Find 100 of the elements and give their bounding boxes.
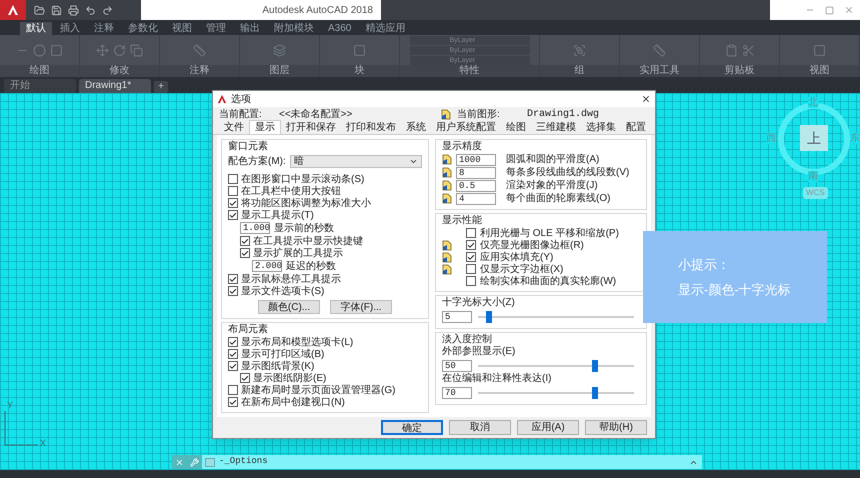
maximize-icon[interactable] <box>825 6 834 14</box>
tip-title: 小提示： <box>678 256 731 274</box>
panel-label[interactable]: 实用工具 <box>620 65 699 77</box>
checkbox[interactable] <box>240 373 250 383</box>
open-icon[interactable] <box>34 4 45 16</box>
checkbox[interactable] <box>466 240 476 250</box>
command-text: -_Options <box>219 455 269 468</box>
checkbox[interactable] <box>466 252 476 262</box>
dialog-button[interactable]: 字体(F)... <box>330 300 392 314</box>
checkbox[interactable] <box>228 186 238 196</box>
panel-label[interactable]: 剪贴板 <box>700 65 779 77</box>
option-label: 仅亮显光栅图像边框(R) <box>480 238 584 252</box>
undo-icon[interactable] <box>85 4 96 16</box>
option-label: 显示布局和模型选项卡(L) <box>241 336 354 348</box>
ribbon-tab[interactable]: 插入 <box>54 22 86 35</box>
dialog-tab[interactable]: 选择集 <box>581 121 621 134</box>
redo-icon[interactable] <box>102 4 113 16</box>
checkbox[interactable] <box>228 198 238 208</box>
tip-text: 显示-颜色-十字光标 <box>678 281 792 299</box>
checkbox[interactable] <box>466 276 476 286</box>
group-title: 十字光标大小(Z) <box>442 297 516 309</box>
dialog-tab[interactable]: 绘图 <box>501 121 531 134</box>
number-field[interactable]: 4 <box>456 192 496 204</box>
checkbox[interactable] <box>228 397 238 407</box>
ribbon-tab[interactable]: 视图 <box>166 22 198 35</box>
viewcube-face[interactable]: 上 <box>800 125 828 151</box>
checkbox[interactable] <box>228 174 238 184</box>
panel-label[interactable]: 图层 <box>240 65 319 77</box>
group-title: 显示性能 <box>442 215 483 227</box>
ribbon-tab[interactable]: 管理 <box>200 22 232 35</box>
drawing-file-icon <box>442 154 452 165</box>
dialog-tab[interactable]: 用户系统配置 <box>431 121 501 134</box>
panel-label[interactable]: 块 <box>320 65 399 77</box>
window-title: Autodesk AutoCAD 2018 <box>262 4 373 18</box>
slider-thumb[interactable] <box>486 310 492 322</box>
ribbon-tab[interactable]: A360 <box>322 22 358 35</box>
number-field[interactable]: 2.000 <box>252 260 282 272</box>
dialog-tab[interactable]: 系统 <box>401 121 431 134</box>
checkbox[interactable] <box>240 248 250 258</box>
slider-label: 在位编辑和注释性表达(I) <box>442 373 552 385</box>
checkbox[interactable] <box>228 274 238 284</box>
close-icon[interactable] <box>641 94 651 104</box>
number-field[interactable]: 8 <box>456 166 496 178</box>
panel-label[interactable]: 视图 <box>780 65 859 77</box>
checkbox[interactable] <box>466 228 476 238</box>
document-tab[interactable]: Drawing1* <box>79 79 151 93</box>
checkbox[interactable] <box>240 236 250 246</box>
new-tab-button[interactable]: + <box>154 81 168 93</box>
slider-thumb[interactable] <box>592 360 598 372</box>
checkbox[interactable] <box>228 385 238 395</box>
number-field[interactable]: 5 <box>442 310 472 322</box>
dialog-tab[interactable]: 配置 <box>621 121 651 134</box>
ribbon-tab[interactable]: 参数化 <box>122 22 164 35</box>
panel-label[interactable]: 组 <box>540 65 619 77</box>
checkbox[interactable] <box>466 264 476 274</box>
checkbox[interactable] <box>228 361 238 371</box>
number-field[interactable]: 0.5 <box>456 180 496 192</box>
checkbox[interactable] <box>228 210 238 220</box>
drawing-file-icon <box>442 252 452 262</box>
checkbox[interactable] <box>228 286 238 296</box>
checkbox[interactable] <box>228 337 238 347</box>
option-label: 在工具栏中使用大按钮 <box>241 184 341 198</box>
save-icon[interactable] <box>51 4 62 16</box>
number-field[interactable]: 1.000 <box>240 222 270 234</box>
checkbox[interactable] <box>228 349 238 359</box>
panel-label[interactable]: 修改 <box>80 65 159 77</box>
dialog-tab[interactable]: 打开和保存 <box>281 121 341 134</box>
app-logo-icon[interactable] <box>0 0 26 20</box>
number-field[interactable]: 50 <box>442 360 472 372</box>
dialog-tab[interactable]: 文件 <box>219 121 249 134</box>
dialog-button[interactable]: 确定 <box>381 420 443 435</box>
drawing-file-icon <box>442 240 452 250</box>
dialog-button[interactable]: 帮助(H) <box>585 420 647 435</box>
ribbon-tab[interactable]: 附加模块 <box>268 22 320 35</box>
option-label: 显示文件选项卡(S) <box>241 284 324 298</box>
option-label: 显示可打印区域(B) <box>241 348 324 360</box>
dialog-tab[interactable]: 三维建模 <box>531 121 581 134</box>
check-icon <box>229 398 237 406</box>
dialog-button[interactable]: 应用(A) <box>517 420 579 435</box>
dialog-button[interactable]: 颜色(C)... <box>258 300 320 314</box>
option-label: 应用实体填充(Y) <box>480 250 554 262</box>
ribbon-tab[interactable]: 默认 <box>20 22 52 35</box>
color-scheme-dropdown[interactable]: 暗 <box>290 154 422 168</box>
document-tab[interactable]: 开始 <box>4 79 76 93</box>
option-label: 仅显示文字边框(X) <box>480 262 564 274</box>
ribbon-tab[interactable]: 注释 <box>88 22 120 35</box>
ribbon-tab[interactable]: 精选应用 <box>359 22 412 35</box>
number-field[interactable]: 1000 <box>456 154 496 166</box>
ribbon-tab[interactable]: 输出 <box>234 22 266 35</box>
dialog-button[interactable]: 取消 <box>449 420 511 435</box>
dialog-tab[interactable]: 显示 <box>249 120 281 134</box>
slider-thumb[interactable] <box>592 386 598 398</box>
panel-label[interactable]: 特性 <box>400 65 539 77</box>
panel-label[interactable]: 注释 <box>160 65 239 77</box>
dialog-tab[interactable]: 打印和发布 <box>341 121 401 134</box>
print-icon[interactable] <box>68 4 79 16</box>
panel-label[interactable]: 绘图 <box>0 65 79 77</box>
axis-label: X <box>40 437 46 450</box>
number-field[interactable]: 70 <box>442 386 472 398</box>
option-label: 在图形窗口中显示滚动条(S) <box>241 172 364 186</box>
